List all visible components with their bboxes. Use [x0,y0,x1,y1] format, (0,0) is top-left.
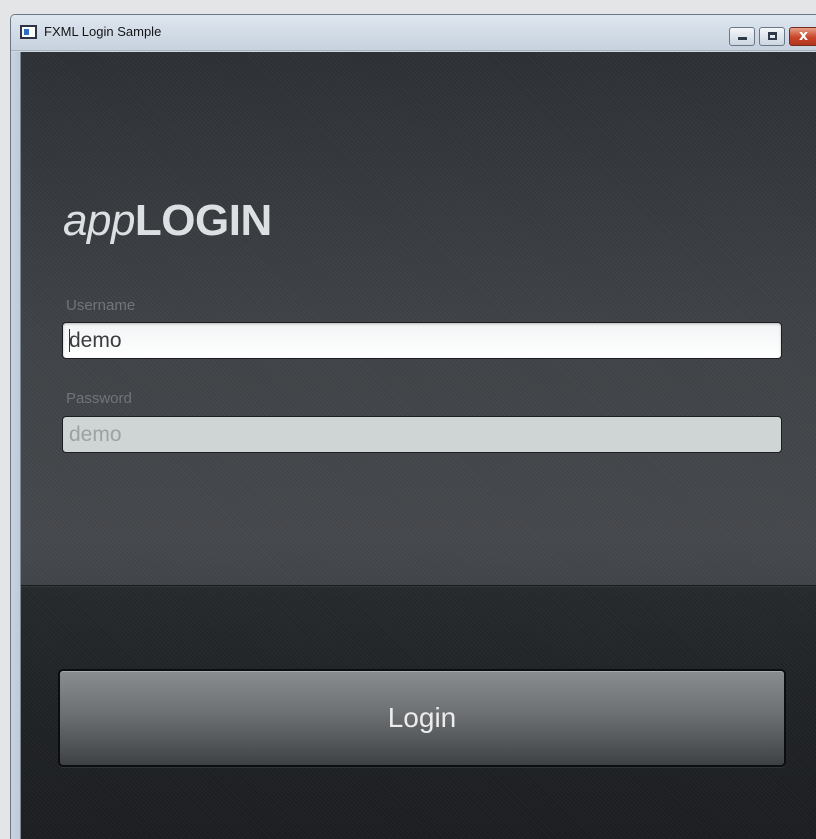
maximize-button[interactable] [759,27,785,46]
app-icon [20,25,37,39]
logo-suffix: LOGIN [134,196,272,245]
minimize-icon [738,37,747,40]
window-frame-left [11,52,21,839]
close-button[interactable]: x [789,27,816,46]
window-title: FXML Login Sample [44,24,162,39]
app-window: FXML Login Sample x appLOGIN Username Pa… [10,14,816,839]
close-icon: x [799,28,809,44]
logo-prefix: app [63,196,135,245]
text-caret [69,329,70,352]
app-logo: appLOGIN [63,196,272,246]
button-panel: Login [21,585,816,839]
username-label: Username [66,297,136,314]
password-input[interactable] [62,416,782,453]
minimize-button[interactable] [729,27,755,46]
maximize-icon [768,32,777,40]
login-button[interactable]: Login [58,669,786,767]
title-bar[interactable]: FXML Login Sample x [11,15,816,51]
password-label: Password [66,390,132,407]
username-input[interactable] [62,322,782,359]
login-panel: appLOGIN Username Password Login [21,52,816,839]
